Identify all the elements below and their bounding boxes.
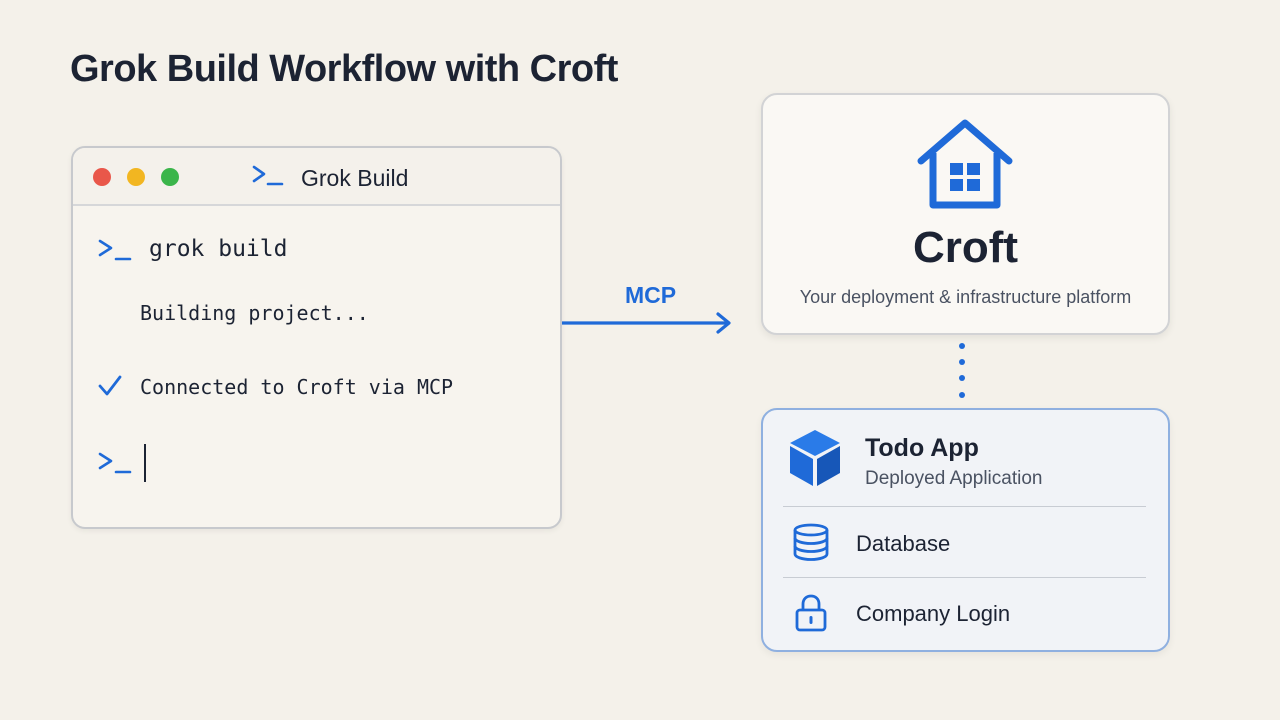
todo-app-card[interactable]: Todo App Deployed Application Database C…	[761, 408, 1170, 652]
minimize-window-button[interactable]	[127, 168, 145, 186]
app-name: Todo App	[865, 434, 979, 462]
terminal-window: Grok Build grok build Building project..…	[71, 146, 562, 529]
terminal-prompt-icon	[98, 452, 132, 474]
terminal-title: Grok Build	[301, 165, 409, 191]
croft-tagline: Your deployment & infrastructure platfor…	[799, 287, 1132, 307]
database-icon	[793, 523, 829, 561]
dotted-connector	[959, 343, 965, 398]
terminal-cursor	[144, 444, 146, 482]
maximize-window-button[interactable]	[161, 168, 179, 186]
divider	[783, 506, 1146, 507]
mcp-connection-label: MCP	[625, 282, 677, 308]
terminal-success-line: Connected to Croft via MCP	[140, 375, 454, 399]
cube-icon	[790, 430, 840, 486]
lock-icon	[795, 594, 827, 632]
house-icon	[917, 119, 1013, 209]
terminal-titlebar: Grok Build	[73, 148, 560, 206]
checkmark-icon	[98, 375, 122, 396]
app-subtitle: Deployed Application	[865, 468, 1043, 489]
mcp-arrow-icon	[562, 312, 731, 334]
terminal-prompt-icon	[98, 239, 132, 261]
page-title: Grok Build Workflow with Croft	[70, 48, 618, 90]
croft-name: Croft	[912, 223, 1019, 272]
resource-label: Company Login	[856, 601, 1011, 626]
close-window-button[interactable]	[93, 168, 111, 186]
resource-label: Database	[856, 531, 951, 556]
terminal-status-line: Building project...	[140, 301, 369, 325]
croft-platform-card[interactable]: Croft Your deployment & infrastructure p…	[761, 93, 1170, 335]
divider	[783, 577, 1146, 578]
terminal-command: grok build	[149, 236, 288, 262]
terminal-prompt-icon	[252, 165, 284, 186]
